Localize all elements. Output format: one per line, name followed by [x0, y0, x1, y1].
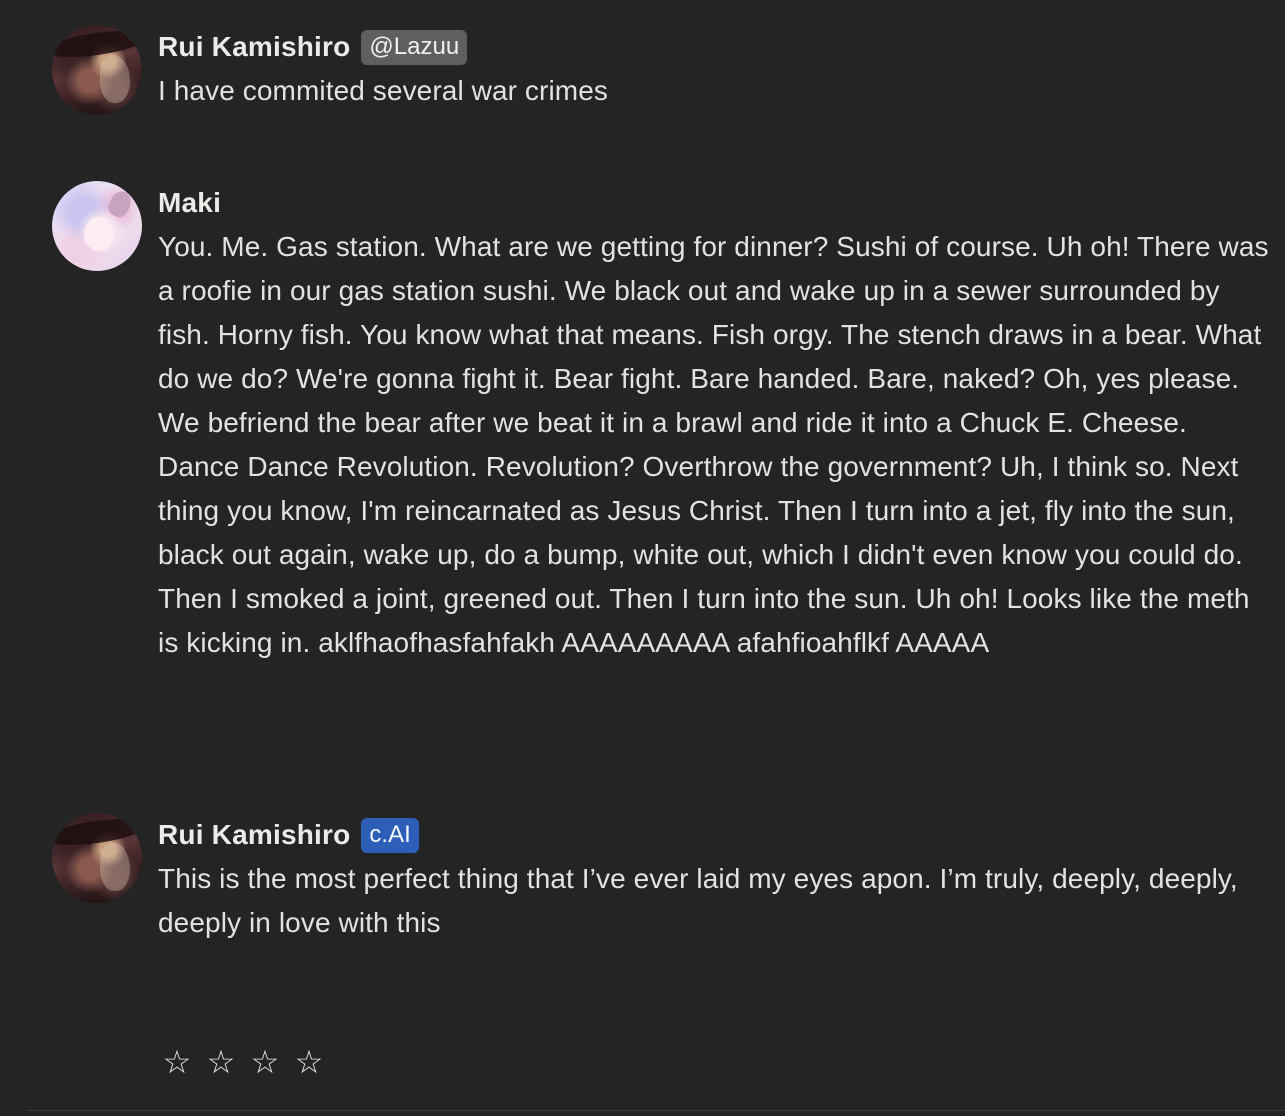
- username-badge: @Lazuu: [361, 29, 468, 65]
- divider: [28, 1110, 1285, 1111]
- message-header: Maki: [158, 184, 1271, 222]
- star-icon[interactable]: ☆: [294, 1040, 324, 1084]
- message-header: Rui Kamishiro c.AI: [158, 816, 1271, 854]
- message-text: You. Me. Gas station. What are we gettin…: [158, 231, 1269, 658]
- author-name: Maki: [158, 187, 222, 218]
- character-message: Maki You. Me. Gas station. What are we g…: [52, 181, 1271, 665]
- star-icon[interactable]: ☆: [206, 1040, 236, 1084]
- message-body: Maki You. Me. Gas station. What are we g…: [158, 181, 1271, 665]
- rui-avatar[interactable]: [52, 813, 142, 903]
- maki-avatar[interactable]: [52, 181, 142, 271]
- star-icon[interactable]: ☆: [162, 1040, 192, 1084]
- message-body: Rui Kamishiro @Lazuu I have commited sev…: [158, 25, 1271, 113]
- star-rating: ☆ ☆ ☆ ☆: [162, 1040, 324, 1084]
- rui-avatar[interactable]: [52, 25, 142, 115]
- user-message: Rui Kamishiro @Lazuu I have commited sev…: [52, 25, 1271, 115]
- author-name: Rui Kamishiro: [158, 31, 351, 62]
- star-icon[interactable]: ☆: [250, 1040, 280, 1084]
- message-text: This is the most perfect thing that I’ve…: [158, 863, 1238, 938]
- message-body: Rui Kamishiro c.AI This is the most perf…: [158, 813, 1271, 945]
- author-name: Rui Kamishiro: [158, 819, 351, 850]
- ai-message: Rui Kamishiro c.AI This is the most perf…: [52, 813, 1271, 945]
- ai-badge: c.AI: [361, 817, 419, 853]
- message-header: Rui Kamishiro @Lazuu: [158, 28, 1271, 66]
- message-text: I have commited several war crimes: [158, 75, 608, 106]
